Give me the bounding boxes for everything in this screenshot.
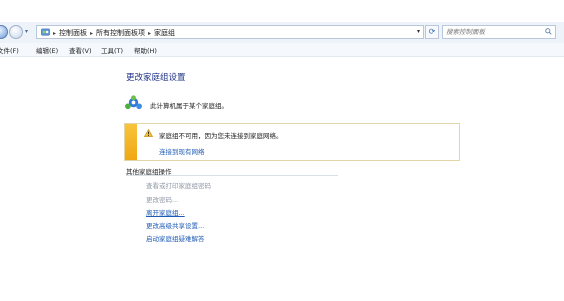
breadcrumb-homegroup[interactable]: 家庭组	[154, 28, 175, 38]
change-password-link: 更改密码...	[146, 196, 179, 204]
advanced-sharing-link[interactable]: 更改高级共享设置...	[146, 220, 204, 230]
menu-help[interactable]: 帮助(H)	[134, 45, 157, 55]
section-divider	[126, 175, 338, 176]
breadcrumb-separator-icon[interactable]: ▸	[90, 30, 93, 37]
breadcrumb-all-items[interactable]: 所有控制面板项	[96, 28, 145, 38]
menu-bar: 文件(F) 编辑(E) 查看(V) 工具(T) 帮助(H)	[0, 43, 564, 57]
back-arrow-icon[interactable]	[0, 25, 8, 39]
breadcrumb: ▸ 控制面板 ▸ 所有控制面板项 ▸ 家庭组	[53, 28, 175, 38]
troubleshooter-link[interactable]: 启动家庭组疑难解答	[146, 233, 205, 243]
menu-edit[interactable]: 编辑(E)	[36, 45, 58, 55]
search-icon[interactable]	[545, 28, 552, 35]
leave-homegroup-link[interactable]: 离开家庭组...	[146, 207, 185, 217]
menu-view[interactable]: 查看(V)	[69, 45, 92, 55]
top-blank-area	[0, 0, 564, 22]
address-dropdown-icon[interactable]: ▾	[417, 28, 420, 35]
view-print-password-link: 查看或打印家庭组密码	[146, 182, 211, 190]
breadcrumb-separator-icon[interactable]: ▸	[148, 30, 151, 37]
page-title: 更改家庭组设置	[126, 73, 186, 83]
warning-bar	[125, 124, 137, 160]
menu-file[interactable]: 文件(F)	[0, 45, 19, 55]
warning-panel: 家庭组不可用，因为您未连接到家庭网络。 连接到现有网络	[124, 123, 460, 161]
refresh-icon[interactable]: ⟳	[425, 25, 439, 39]
search-input[interactable]	[446, 27, 541, 37]
recent-pages-dropdown-icon[interactable]: ▾	[25, 28, 28, 35]
breadcrumb-separator-icon[interactable]: ▸	[53, 30, 56, 37]
content-area: 更改家庭组设置 此计算机属于某个家庭组。 家庭组不可用，因为您未连接到家庭网络。…	[0, 57, 564, 301]
search-box[interactable]	[442, 25, 556, 39]
control-panel-icon	[41, 28, 50, 36]
homegroup-icon	[125, 95, 142, 110]
menu-tools[interactable]: 工具(T)	[101, 45, 123, 55]
warning-message: 家庭组不可用，因为您未连接到家庭网络。	[159, 132, 283, 140]
homegroup-status-text: 此计算机属于某个家庭组。	[150, 102, 228, 110]
breadcrumb-control-panel[interactable]: 控制面板	[59, 28, 87, 38]
forward-arrow-icon[interactable]	[9, 25, 23, 39]
address-bar[interactable]: ▸ 控制面板 ▸ 所有控制面板项 ▸ 家庭组 ▾	[36, 25, 424, 39]
warning-icon	[144, 129, 153, 137]
connect-network-link[interactable]: 连接到现有网络	[159, 146, 205, 156]
navigation-bar: ▾ ▸ 控制面板 ▸ 所有控制面板项 ▸ 家庭组 ▾ ⟳	[0, 22, 564, 44]
